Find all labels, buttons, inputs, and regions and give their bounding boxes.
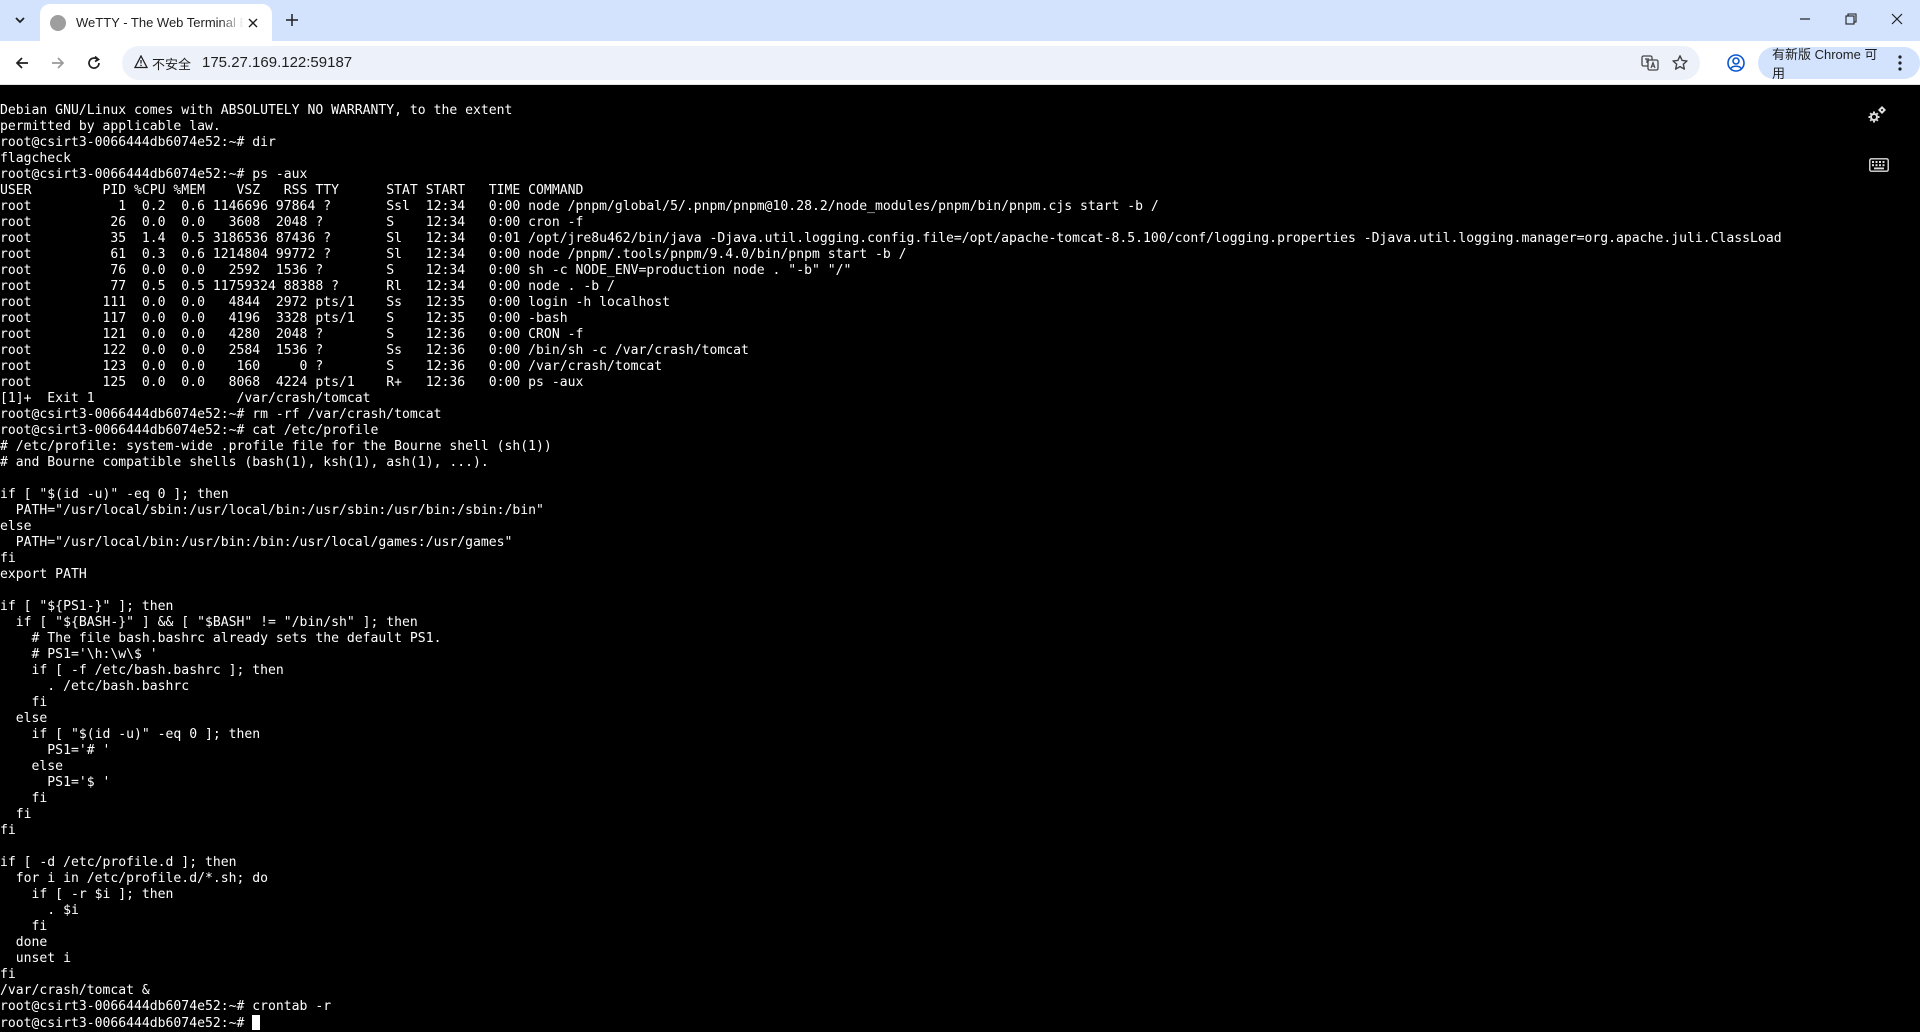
terminal-line: fi [0,967,16,982]
terminal-line: root 123 0.0 0.0 160 0 ? S 12:36 0:00 /v… [0,359,663,374]
terminal-prompt: root@csirt3-0066444db6074e52:~# [0,1016,253,1031]
terminal-line: [1]+ Exit 1 /var/crash/tomcat [0,391,371,406]
terminal-line: # The file bash.bashrc already sets the … [0,631,442,646]
address-bar[interactable]: 不安全 175.27.169.122:59187 [122,46,1700,80]
terminal-line: # PS1='\h:\w\$ ' [0,647,158,662]
terminal-output: Debian GNU/Linux comes with ABSOLUTELY N… [0,103,1782,1031]
terminal-line: USER PID %CPU %MEM VSZ RSS TTY STAT STAR… [0,183,584,198]
forward-icon[interactable] [44,49,72,77]
terminal-line: if [ "${PS1-}" ]; then [0,599,174,614]
terminal-line: root@csirt3-0066444db6074e52:~# crontab … [0,999,332,1014]
terminal-line: root@csirt3-0066444db6074e52:~# ps -aux [0,167,308,182]
terminal-line: for i in /etc/profile.d/*.sh; do [0,871,269,886]
terminal-line: if [ "${BASH-}" ] && [ "$BASH" != "/bin/… [0,615,418,630]
more-vertical-icon[interactable] [1888,51,1912,75]
url-text[interactable]: 175.27.169.122:59187 [202,46,352,80]
terminal-line: fi [0,695,48,710]
terminal-line: fi [0,919,48,934]
tab-search-icon[interactable] [8,8,32,32]
terminal-line: root 1 0.2 0.6 1146696 97864 ? Ssl 12:34… [0,199,1159,214]
tab-strip: WeTTY - The Web Terminal Emulator [0,0,1920,41]
terminal-line: fi [0,551,16,566]
terminal-line: . $i [0,903,79,918]
terminal-line: root 111 0.0 0.0 4844 2972 pts/1 Ss 12:3… [0,295,671,310]
minimize-icon[interactable] [1782,0,1828,38]
close-window-icon[interactable] [1874,0,1920,38]
terminal-line: PS1='# ' [0,743,111,758]
terminal-line: fi [0,823,16,838]
terminal-line: root 125 0.0 0.0 8068 4224 pts/1 R+ 12:3… [0,375,584,390]
terminal-line: unset i [0,951,71,966]
restore-icon[interactable] [1828,0,1874,38]
terminal-cursor [252,1015,261,1030]
terminal-line: fi [0,791,48,806]
terminal-line: # /etc/profile: system-wide .profile fil… [0,439,552,454]
terminal-line: root@csirt3-0066444db6074e52:~# dir [0,135,276,150]
terminal-line: root@csirt3-0066444db6074e52:~# cat /etc… [0,423,379,438]
new-tab-icon[interactable] [280,8,304,32]
terminal-line: flagcheck [0,151,71,166]
translate-icon[interactable] [1638,51,1662,75]
security-label: 不安全 [152,56,192,72]
browser-tab[interactable]: WeTTY - The Web Terminal Emulator [40,4,272,41]
terminal-line: root 117 0.0 0.0 4196 3328 pts/1 S 12:35… [0,311,568,326]
settings-gears-icon[interactable] [1866,104,1888,126]
terminal-line: else [0,711,48,726]
terminal-line: if [ -d /etc/profile.d ]; then [0,855,237,870]
terminal-line: root 35 1.4 0.5 3186536 87436 ? Sl 12:34… [0,231,1782,246]
terminal-window[interactable]: Debian GNU/Linux comes with ABSOLUTELY N… [0,86,1920,1032]
terminal-line: done [0,935,48,950]
terminal-line: PATH="/usr/local/bin:/usr/bin:/bin:/usr/… [0,535,513,550]
profile-icon[interactable] [1722,49,1750,77]
tab-title: WeTTY - The Web Terminal Emulator [76,15,244,30]
terminal-line: root 26 0.0 0.0 3608 2048 ? S 12:34 0:00… [0,215,584,230]
tab-close-icon[interactable] [244,14,262,32]
reload-icon[interactable] [80,49,108,77]
chrome-update-button[interactable]: 有新版 Chrome 可用 [1758,47,1920,81]
terminal-line: root 77 0.5 0.5 11759324 88388 ? Rl 12:3… [0,279,615,294]
terminal-line: root 122 0.0 0.0 2584 1536 ? Ss 12:36 0:… [0,343,749,358]
terminal-line: PATH="/usr/local/sbin:/usr/local/bin:/us… [0,503,544,518]
back-icon[interactable] [8,49,36,77]
terminal-line: if [ -f /etc/bash.bashrc ]; then [0,663,284,678]
terminal-line: root@csirt3-0066444db6074e52:~# rm -rf /… [0,407,442,422]
terminal-line: root 61 0.3 0.6 1214804 99772 ? Sl 12:34… [0,247,907,262]
keyboard-icon[interactable] [1868,154,1890,176]
terminal-line: root 76 0.0 0.0 2592 1536 ? S 12:34 0:00… [0,263,852,278]
terminal-line: export PATH [0,567,87,582]
terminal-line: else [0,519,32,534]
security-chip[interactable]: 不安全 [128,51,199,75]
terminal-line: else [0,759,64,774]
warning-icon [133,54,149,72]
terminal-line: permitted by applicable law. [0,119,221,134]
terminal-line: if [ -r $i ]; then [0,887,174,902]
terminal-line: Debian GNU/Linux comes with ABSOLUTELY N… [0,103,513,118]
terminal-prompt-line[interactable]: root@csirt3-0066444db6074e52:~# [0,1015,1782,1031]
terminal-line: . /etc/bash.bashrc [0,679,190,694]
terminal-line: if [ "$(id -u)" -eq 0 ]; then [0,487,229,502]
terminal-line: if [ "$(id -u)" -eq 0 ]; then [0,727,261,742]
tab-favicon [50,14,66,31]
terminal-line: /var/crash/tomcat & [0,983,150,998]
terminal-line: PS1='$ ' [0,775,111,790]
terminal-line: root 121 0.0 0.0 4280 2048 ? S 12:36 0:0… [0,327,584,342]
terminal-line: # and Bourne compatible shells (bash(1),… [0,455,489,470]
bookmark-star-icon[interactable] [1668,51,1692,75]
browser-toolbar: 不安全 175.27.169.122:59187 有新版 Chrome 可用 [0,41,1920,85]
terminal-line: fi [0,807,32,822]
update-label: 有新版 Chrome 可用 [1772,47,1878,81]
